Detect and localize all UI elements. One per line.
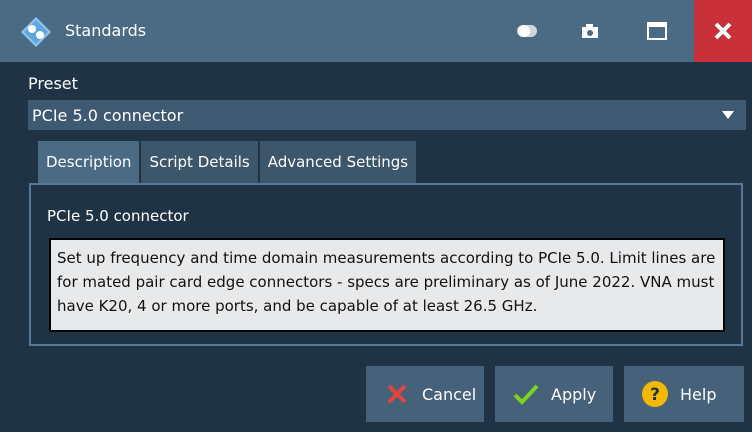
maximize-icon [647,22,667,40]
svg-text:?: ? [650,385,660,405]
question-icon: ? [640,379,670,409]
description-text: Set up frequency and time domain measure… [49,238,725,332]
apply-button[interactable]: Apply [495,366,613,422]
checkmark-icon [511,379,541,409]
screenshot-button[interactable] [563,8,617,54]
preset-dropdown[interactable]: PCIe 5.0 connector [28,100,746,130]
title-bar: Standards [0,0,752,62]
tab-description[interactable]: Description [38,141,140,183]
description-panel: PCIe 5.0 connector Set up frequency and … [29,183,743,346]
tab-advanced-settings[interactable]: Advanced Settings [259,141,417,183]
maximize-button[interactable] [630,8,684,54]
toggle-button[interactable] [500,8,554,54]
cancel-label: Cancel [422,384,477,404]
cancel-button[interactable]: Cancel [366,366,484,422]
tab-bar: Description Script Details Advanced Sett… [38,141,418,183]
x-icon [382,379,412,409]
apply-label: Apply [551,384,597,404]
preset-selected-value: PCIe 5.0 connector [32,105,184,125]
help-label: Help [680,384,717,404]
window-title: Standards [65,21,147,40]
help-button[interactable]: ? Help [624,366,744,422]
chevron-down-icon [722,111,734,119]
toggle-icon [517,25,537,37]
description-heading: PCIe 5.0 connector [47,207,189,225]
close-button[interactable] [694,0,752,62]
camera-icon [582,24,598,38]
app-logo-icon [21,17,51,47]
close-icon [714,22,732,40]
preset-label: Preset [28,74,78,93]
tab-script-details[interactable]: Script Details [141,141,258,183]
